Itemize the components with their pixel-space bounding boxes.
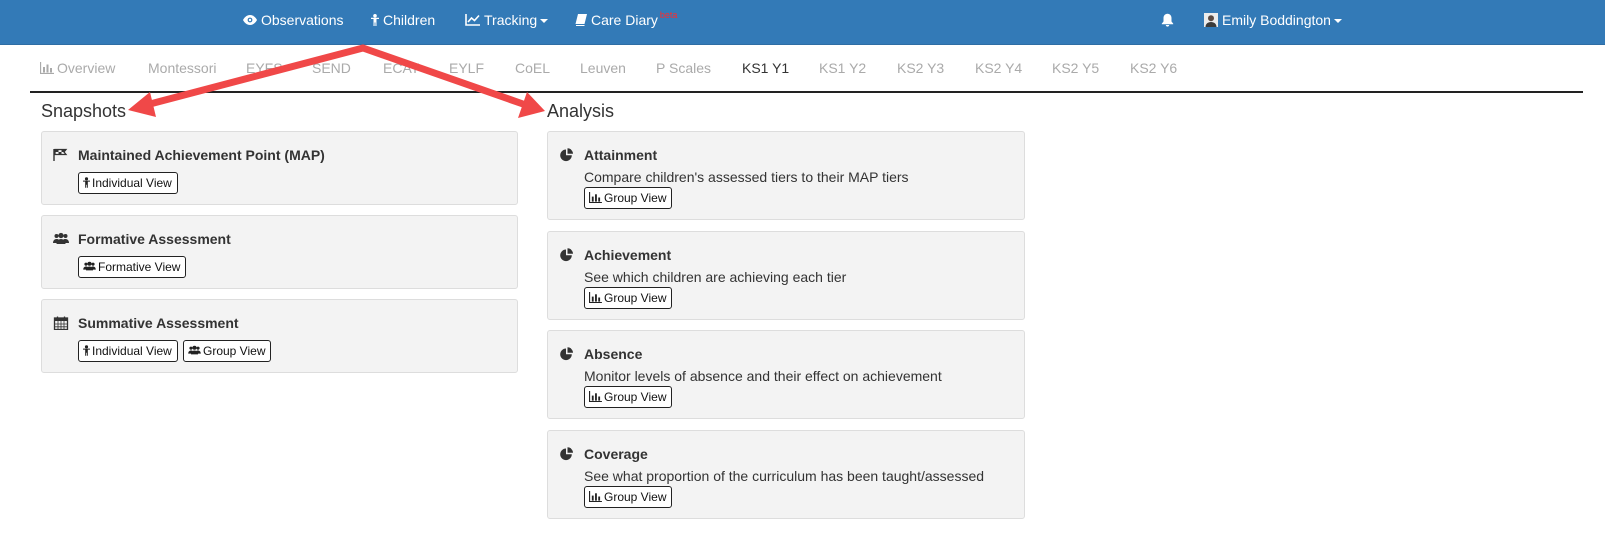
bar-chart-icon bbox=[39, 62, 54, 75]
card-title: Attainment bbox=[584, 147, 658, 163]
pie-chart-icon bbox=[560, 447, 573, 461]
users-icon bbox=[83, 262, 96, 271]
users-icon bbox=[53, 232, 69, 244]
pie-chart-icon bbox=[560, 148, 573, 162]
tab-ks2-y4[interactable]: KS2 Y4 bbox=[975, 60, 1022, 76]
notifications-button[interactable] bbox=[1161, 0, 1178, 42]
nav-observations-label: Observations bbox=[261, 12, 344, 28]
button-label: Group View bbox=[604, 291, 667, 305]
tab-p-scales[interactable]: P Scales bbox=[656, 60, 711, 76]
bell-icon bbox=[1161, 14, 1174, 27]
formative-view-button[interactable]: Formative View bbox=[78, 256, 187, 278]
individual-view-button[interactable]: Individual View bbox=[78, 172, 178, 194]
snapshots-heading: Snapshots bbox=[41, 101, 127, 121]
eye-icon bbox=[243, 15, 257, 26]
book-icon bbox=[575, 14, 587, 27]
bar-chart-icon bbox=[588, 491, 602, 503]
user-menu[interactable]: Emily Boddington bbox=[1204, 0, 1342, 42]
chevron-down-icon bbox=[1333, 19, 1342, 24]
tab-montessori[interactable]: Montessori bbox=[148, 60, 216, 76]
card-title: Coverage bbox=[584, 446, 648, 462]
button-label: Group View bbox=[604, 191, 667, 205]
card-title: Summative Assessment bbox=[78, 315, 239, 331]
snapshot-card-formative: Formative Assessment Formative View bbox=[41, 215, 518, 289]
flag-icon bbox=[53, 148, 68, 161]
analysis-card-achievement: Achievement See which children are achie… bbox=[547, 231, 1025, 320]
individual-view-button[interactable]: Individual View bbox=[78, 340, 178, 362]
button-label: Formative View bbox=[98, 260, 181, 274]
nav-care-diary-label: Care Diary bbox=[591, 12, 658, 28]
tab-ks2-y6[interactable]: KS2 Y6 bbox=[1130, 60, 1177, 76]
chevron-down-icon bbox=[540, 19, 549, 24]
tab-ks1-y2[interactable]: KS1 Y2 bbox=[819, 60, 866, 76]
tab-send[interactable]: SEND bbox=[312, 60, 351, 76]
user-name: Emily Boddington bbox=[1222, 12, 1331, 28]
child-icon bbox=[83, 345, 90, 357]
nav-tracking-label: Tracking bbox=[484, 12, 538, 28]
card-title: Maintained Achievement Point (MAP) bbox=[78, 147, 325, 163]
tab-overview-label: Overview bbox=[57, 60, 116, 76]
child-icon bbox=[371, 14, 379, 27]
nav-children[interactable]: Children bbox=[371, 0, 435, 42]
analysis-card-attainment: Attainment Compare children's assessed t… bbox=[547, 131, 1025, 220]
avatar bbox=[1204, 13, 1218, 28]
pie-chart-icon bbox=[560, 248, 573, 262]
tab-ks1-y1[interactable]: KS1 Y1 bbox=[742, 60, 789, 76]
group-view-button[interactable]: Group View bbox=[584, 187, 673, 209]
card-description: Compare children's assessed tiers to the… bbox=[584, 169, 909, 185]
group-view-button[interactable]: Group View bbox=[584, 386, 673, 408]
group-view-button[interactable]: Group View bbox=[584, 486, 673, 508]
button-label: Individual View bbox=[92, 176, 172, 190]
nav-observations[interactable]: Observations bbox=[243, 0, 343, 42]
bar-chart-icon bbox=[588, 292, 602, 304]
pie-chart-icon bbox=[560, 347, 573, 361]
card-description: See which children are achieving each ti… bbox=[584, 269, 847, 285]
child-icon bbox=[83, 177, 90, 189]
button-label: Individual View bbox=[92, 344, 172, 358]
button-label: Group View bbox=[604, 490, 667, 504]
tab-eyfs[interactable]: EYFS bbox=[246, 60, 283, 76]
button-label: Group View bbox=[604, 390, 667, 404]
nav-tracking[interactable]: Tracking bbox=[465, 0, 549, 42]
tab-eylf[interactable]: EYLF bbox=[449, 60, 484, 76]
card-title: Formative Assessment bbox=[78, 231, 231, 247]
tab-ecat[interactable]: ECAT bbox=[383, 60, 419, 76]
users-icon bbox=[188, 346, 201, 355]
line-chart-icon bbox=[465, 14, 480, 27]
framework-tabs: Overview Montessori EYFS SEND ECAT EYLF … bbox=[30, 45, 1583, 93]
tab-coel[interactable]: CoEL bbox=[515, 60, 550, 76]
snapshot-card-map: Maintained Achievement Point (MAP) Indiv… bbox=[41, 131, 518, 205]
button-label: Group View bbox=[203, 344, 266, 358]
analysis-card-coverage: Coverage See what proportion of the curr… bbox=[547, 430, 1025, 519]
bar-chart-icon bbox=[588, 391, 602, 403]
nav-children-label: Children bbox=[383, 12, 436, 28]
card-title: Achievement bbox=[584, 247, 672, 263]
tab-leuven[interactable]: Leuven bbox=[580, 60, 626, 76]
nav-care-diary[interactable]: Care Diary beta bbox=[575, 0, 677, 42]
top-navbar: Observations Children Tracking Care Diar… bbox=[0, 0, 1605, 45]
snapshot-card-summative: Summative Assessment Individual View Gro… bbox=[41, 299, 518, 373]
tab-ks2-y3[interactable]: KS2 Y3 bbox=[897, 60, 944, 76]
tab-ks2-y5[interactable]: KS2 Y5 bbox=[1052, 60, 1099, 76]
card-description: See what proportion of the curriculum ha… bbox=[584, 468, 985, 484]
group-view-button[interactable]: Group View bbox=[183, 340, 272, 362]
calendar-icon bbox=[53, 316, 69, 330]
analysis-card-absence: Absence Monitor levels of absence and th… bbox=[547, 330, 1025, 419]
beta-badge: beta bbox=[659, 10, 678, 20]
card-description: Monitor levels of absence and their effe… bbox=[584, 368, 942, 384]
bar-chart-icon bbox=[588, 192, 602, 204]
tab-overview[interactable]: Overview bbox=[39, 60, 116, 76]
analysis-heading: Analysis bbox=[547, 101, 615, 121]
group-view-button[interactable]: Group View bbox=[584, 287, 673, 309]
card-title: Absence bbox=[584, 346, 643, 362]
